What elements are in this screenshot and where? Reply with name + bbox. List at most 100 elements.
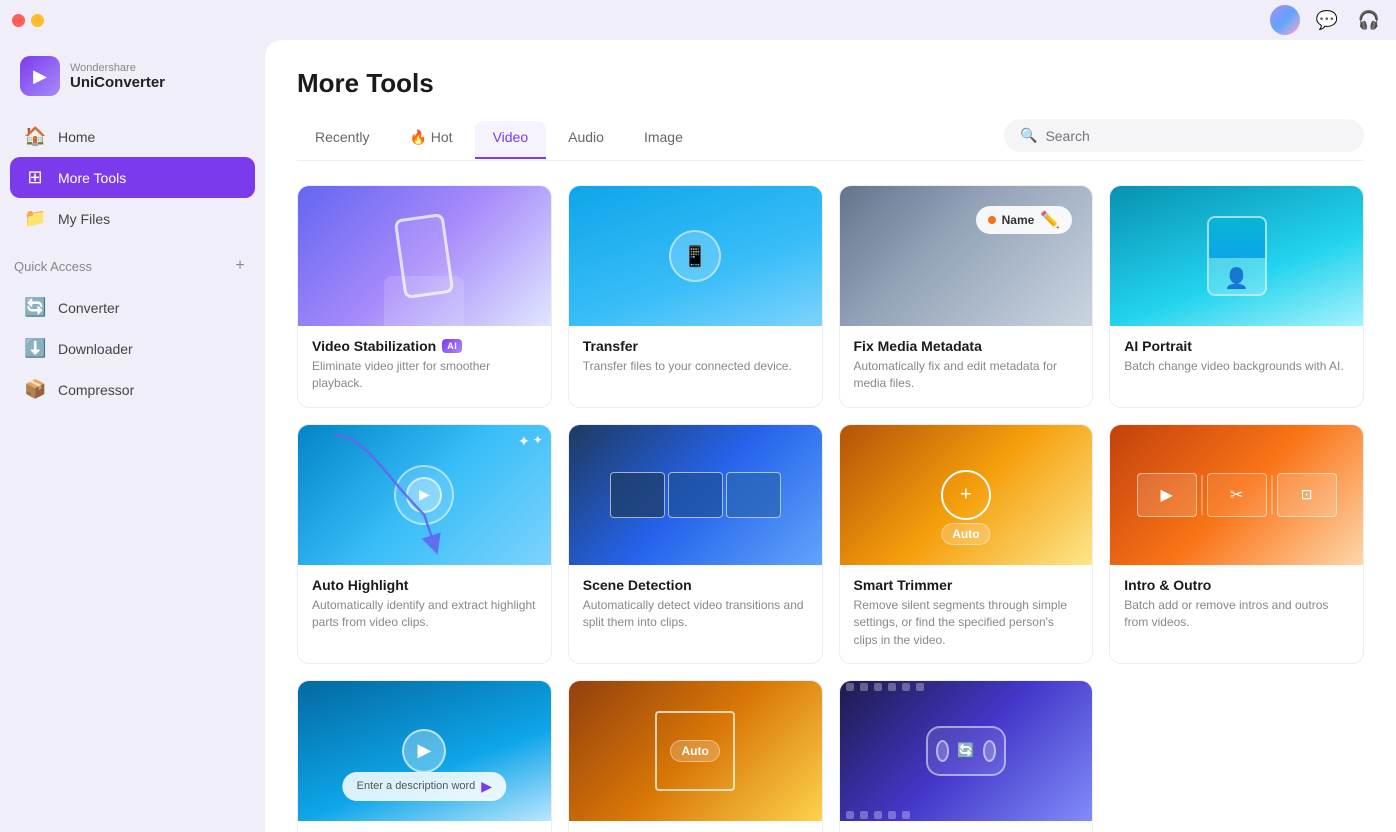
sidebar-item-home[interactable]: 🏠 Home [10,116,255,157]
files-icon: 📁 [24,208,46,229]
search-icon: 🔍 [1020,127,1037,144]
quick-access-header: Quick Access + [0,243,265,283]
tool-thumb-scene-detection [569,425,822,565]
tool-desc-transfer: Transfer files to your connected device. [583,358,808,375]
tool-desc-fix-media-metadata: Automatically fix and edit metadata for … [854,358,1079,393]
close-button[interactable] [12,14,25,27]
tab-audio[interactable]: Audio [550,121,622,159]
home-icon: 🏠 [24,126,46,147]
sidebar-item-label: Downloader [58,341,133,357]
name-tag-decoration: Name ✏️ [976,206,1073,234]
quick-access-label: Quick Access [14,259,92,274]
tool-card-vr-converter[interactable]: 🔄 [839,680,1094,832]
logo-text: Wondershare UniConverter [70,62,165,91]
search-input[interactable] [1045,128,1348,144]
tool-info-intro-outro: Intro & Outro Batch add or remove intros… [1110,565,1363,646]
tool-thumb-fix-media-metadata: Name ✏️ [840,186,1093,326]
tool-card-auto-crop[interactable]: Auto Auto Crop Automatically resize vide… [568,680,823,832]
sidebar-item-label: Home [58,129,95,145]
film-strips-decoration: ▶ ✂ ⊡ [1110,425,1363,565]
tool-card-script-generator[interactable]: ▶ Enter a description word ▶ Script Gene… [297,680,552,832]
tool-name-transfer: Transfer [583,338,808,354]
tab-recently[interactable]: Recently [297,121,387,159]
tool-info-transfer: Transfer Transfer files to your connecte… [569,326,822,389]
tool-thumb-vr-converter: 🔄 [840,681,1093,821]
tool-info-smart-trimmer: Smart Trimmer Remove silent segments thr… [840,565,1093,663]
tool-info-auto-crop: Auto Crop Automatically resize video for… [569,821,822,832]
tool-name-auto-highlight: Auto Highlight [312,577,537,593]
window-controls [12,14,44,27]
tab-image[interactable]: Image [626,121,701,159]
tool-desc-ai-portrait: Batch change video backgrounds with AI. [1124,358,1349,375]
titlebar-right: 💬 🎧 [1270,5,1384,35]
tool-desc-auto-highlight: Automatically identify and extract highl… [312,597,537,632]
sidebar-item-compressor[interactable]: 📦 Compressor [10,369,255,410]
tool-desc-intro-outro: Batch add or remove intros and outros fr… [1124,597,1349,632]
tool-info-script-generator: Script Generator AI Turn ideas into read… [298,821,551,832]
tool-card-video-stabilization[interactable]: Video Stabilization AI Eliminate video j… [297,185,552,408]
sidebar-item-more-tools[interactable]: ⊞ More Tools [10,157,255,198]
quick-access-nav: 🔄 Converter ⬇️ Downloader 📦 Compressor [0,283,265,414]
tool-thumb-video-stabilization [298,186,551,326]
tool-card-smart-trimmer[interactable]: Auto Smart Trimmer Remove silent segment… [839,424,1094,664]
tools-grid: Video Stabilization AI Eliminate video j… [297,185,1364,832]
tab-hot[interactable]: 🔥 Hot [391,121,470,160]
tool-name-fix-media-metadata: Fix Media Metadata [854,338,1079,354]
sidebar-item-label: Compressor [58,382,134,398]
sidebar-item-downloader[interactable]: ⬇️ Downloader [10,328,255,369]
tool-name-scene-detection: Scene Detection [583,577,808,593]
converter-icon: 🔄 [24,297,46,318]
titlebar: 💬 🎧 [0,0,1396,40]
tool-desc-scene-detection: Automatically detect video transitions a… [583,597,808,632]
tool-info-video-stabilization: Video Stabilization AI Eliminate video j… [298,326,551,407]
logo-brand: Wondershare [70,62,165,74]
tools-icon: ⊞ [24,167,46,188]
downloader-icon: ⬇️ [24,338,46,359]
tool-card-auto-highlight[interactable]: ▶ ✦✦ [297,424,552,664]
logo-icon: ▶ [20,56,60,96]
main-content: More Tools Recently 🔥 Hot Video Audio Im… [265,40,1396,832]
tool-name-ai-portrait: AI Portrait [1124,338,1349,354]
tab-video[interactable]: Video [475,121,547,159]
sidebar-item-label: My Files [58,211,110,227]
tool-card-ai-portrait[interactable]: 👤 AI Portrait Batch change video backgro… [1109,185,1364,408]
tool-thumb-smart-trimmer: Auto [840,425,1093,565]
page-title: More Tools [297,68,1364,99]
tool-info-ai-portrait: AI Portrait Batch change video backgroun… [1110,326,1363,389]
chat-icon[interactable]: 💬 [1312,5,1342,35]
sidebar: ▶ Wondershare UniConverter 🏠 Home ⊞ More… [0,40,265,832]
auto-label-decoration: Auto [941,523,990,545]
ai-badge: AI [442,339,462,353]
play-icon-decoration: ▶ [402,729,446,773]
sidebar-item-label: Converter [58,300,119,316]
sidebar-nav: 🏠 Home ⊞ More Tools 📁 My Files [0,112,265,243]
tool-info-vr-converter: VR Converter Convert videos to VR and en… [840,821,1093,832]
tool-card-scene-detection[interactable]: Scene Detection Automatically detect vid… [568,424,823,664]
tabs-bar: Recently 🔥 Hot Video Audio Image 🔍 [297,119,1364,161]
tool-thumb-auto-highlight: ▶ ✦✦ [298,425,551,565]
tool-thumb-intro-outro: ▶ ✂ ⊡ [1110,425,1363,565]
tool-card-transfer[interactable]: 📱 Transfer Transfer files to your connec… [568,185,823,408]
tool-info-scene-detection: Scene Detection Automatically detect vid… [569,565,822,646]
tool-thumb-ai-portrait: 👤 [1110,186,1363,326]
sidebar-item-my-files[interactable]: 📁 My Files [10,198,255,239]
tool-name-smart-trimmer: Smart Trimmer [854,577,1079,593]
app-logo: ▶ Wondershare UniConverter [0,48,265,112]
avatar[interactable] [1270,5,1300,35]
tool-desc-video-stabilization: Eliminate video jitter for smoother play… [312,358,537,393]
tool-card-intro-outro[interactable]: ▶ ✂ ⊡ Intro & Outro Batch add or remove … [1109,424,1364,664]
search-box[interactable]: 🔍 [1004,119,1364,152]
quick-access-add-button[interactable]: + [229,255,251,277]
sidebar-item-label: More Tools [58,170,126,186]
logo-app: UniConverter [70,74,165,91]
tool-card-fix-media-metadata[interactable]: Name ✏️ Fix Media Metadata Automatically… [839,185,1094,408]
tool-thumb-transfer: 📱 [569,186,822,326]
headphone-icon[interactable]: 🎧 [1354,5,1384,35]
search-area: 🔍 [1004,119,1364,152]
tool-name-intro-outro: Intro & Outro [1124,577,1349,593]
sidebar-item-converter[interactable]: 🔄 Converter [10,287,255,328]
minimize-button[interactable] [31,14,44,27]
compressor-icon: 📦 [24,379,46,400]
tool-info-fix-media-metadata: Fix Media Metadata Automatically fix and… [840,326,1093,407]
tool-name-video-stabilization: Video Stabilization AI [312,338,537,354]
